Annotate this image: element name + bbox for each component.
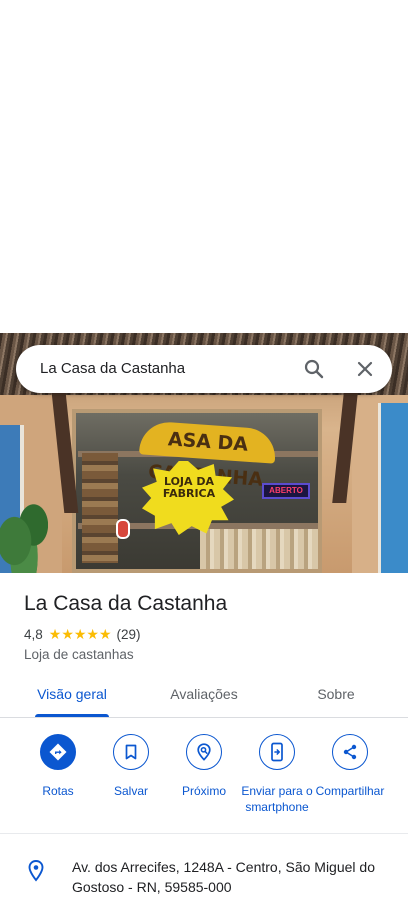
directions-icon <box>40 734 76 770</box>
share-button[interactable]: Compartilhar <box>313 734 387 799</box>
nearby-icon <box>186 734 222 770</box>
photo-goods <box>200 529 318 569</box>
map-blank-area <box>0 0 408 333</box>
search-icon[interactable] <box>302 357 326 381</box>
photo-burst-text: LOJA DA FABRICA <box>152 476 226 500</box>
save-label: Salvar <box>113 784 148 798</box>
tab-active-indicator <box>35 714 109 717</box>
place-tabs: Visão geral Avaliações Sobre <box>0 674 408 718</box>
star-rating-icon: ★★★★★ <box>48 625 112 642</box>
place-title: La Casa da Castanha <box>24 592 228 615</box>
address-text[interactable]: Av. dos Arrecifes, 1248A - Centro, São M… <box>72 857 392 897</box>
tab-reviews[interactable]: Avaliações <box>154 674 254 717</box>
rating-row[interactable]: 4,8 ★★★★★ (29) <box>24 624 141 644</box>
bookmark-icon <box>113 734 149 770</box>
directions-label: Rotas <box>42 784 74 798</box>
place-category[interactable]: Loja de castanhas <box>24 646 134 664</box>
share-label: Compartilhar <box>315 784 385 798</box>
search-input[interactable]: La Casa da Castanha <box>40 345 185 393</box>
save-button[interactable]: Salvar <box>94 734 168 799</box>
send-to-phone-icon <box>259 734 295 770</box>
search-bar[interactable]: La Casa da Castanha <box>16 345 392 393</box>
location-pin-icon <box>25 859 47 883</box>
photo-burst-line2: FABRICA <box>162 487 216 500</box>
rating-value: 4,8 <box>24 626 43 642</box>
send-to-phone-button[interactable]: Enviar para o smartphone <box>240 734 314 815</box>
photo-goods <box>82 453 118 563</box>
share-icon <box>332 734 368 770</box>
photo-blue-wall <box>378 403 408 573</box>
photo-neon-sign: ABERTO <box>262 483 310 499</box>
directions-button[interactable]: Rotas <box>21 734 95 799</box>
review-count[interactable]: (29) <box>117 627 141 642</box>
nearby-label: Próximo <box>181 784 226 798</box>
address-row[interactable]: Av. dos Arrecifes, 1248A - Centro, São M… <box>0 835 408 906</box>
nearby-button[interactable]: Próximo <box>167 734 241 799</box>
action-buttons: Rotas Salvar Próximo Enviar para o smart… <box>0 718 408 834</box>
tab-overview[interactable]: Visão geral <box>24 674 120 717</box>
tab-about[interactable]: Sobre <box>296 674 376 717</box>
photo-plant <box>0 493 48 573</box>
close-icon[interactable] <box>353 357 377 381</box>
photo-sticker <box>116 519 130 539</box>
send-to-phone-label: Enviar para o smartphone <box>241 784 313 814</box>
